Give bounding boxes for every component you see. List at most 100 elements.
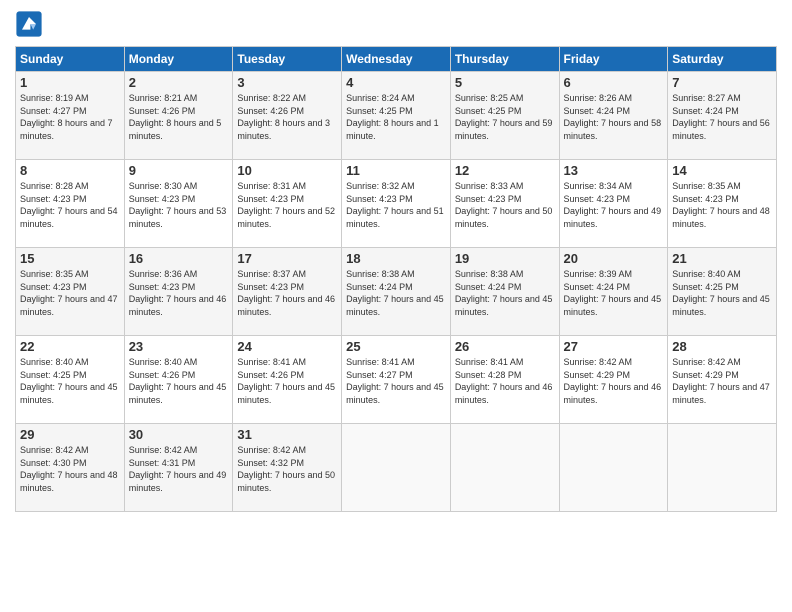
day-number: 17 bbox=[237, 251, 337, 266]
weekday-header: Tuesday bbox=[233, 47, 342, 72]
day-info: Sunrise: 8:37 AMSunset: 4:23 PMDaylight:… bbox=[237, 269, 335, 317]
day-info: Sunrise: 8:35 AMSunset: 4:23 PMDaylight:… bbox=[20, 269, 118, 317]
day-number: 29 bbox=[20, 427, 120, 442]
weekday-header: Sunday bbox=[16, 47, 125, 72]
day-info: Sunrise: 8:36 AMSunset: 4:23 PMDaylight:… bbox=[129, 269, 227, 317]
day-number: 11 bbox=[346, 163, 446, 178]
calendar-cell: 26 Sunrise: 8:41 AMSunset: 4:28 PMDaylig… bbox=[450, 336, 559, 424]
calendar-cell: 19 Sunrise: 8:38 AMSunset: 4:24 PMDaylig… bbox=[450, 248, 559, 336]
day-info: Sunrise: 8:25 AMSunset: 4:25 PMDaylight:… bbox=[455, 93, 553, 141]
calendar-table: SundayMondayTuesdayWednesdayThursdayFrid… bbox=[15, 46, 777, 512]
calendar-cell: 14 Sunrise: 8:35 AMSunset: 4:23 PMDaylig… bbox=[668, 160, 777, 248]
day-info: Sunrise: 8:24 AMSunset: 4:25 PMDaylight:… bbox=[346, 93, 439, 141]
day-number: 22 bbox=[20, 339, 120, 354]
calendar-cell: 16 Sunrise: 8:36 AMSunset: 4:23 PMDaylig… bbox=[124, 248, 233, 336]
calendar-week-row: 8 Sunrise: 8:28 AMSunset: 4:23 PMDayligh… bbox=[16, 160, 777, 248]
day-info: Sunrise: 8:42 AMSunset: 4:31 PMDaylight:… bbox=[129, 445, 227, 493]
day-info: Sunrise: 8:40 AMSunset: 4:26 PMDaylight:… bbox=[129, 357, 227, 405]
calendar-cell: 17 Sunrise: 8:37 AMSunset: 4:23 PMDaylig… bbox=[233, 248, 342, 336]
day-info: Sunrise: 8:30 AMSunset: 4:23 PMDaylight:… bbox=[129, 181, 227, 229]
weekday-header: Saturday bbox=[668, 47, 777, 72]
day-number: 23 bbox=[129, 339, 229, 354]
day-info: Sunrise: 8:42 AMSunset: 4:32 PMDaylight:… bbox=[237, 445, 335, 493]
calendar-cell: 6 Sunrise: 8:26 AMSunset: 4:24 PMDayligh… bbox=[559, 72, 668, 160]
day-info: Sunrise: 8:40 AMSunset: 4:25 PMDaylight:… bbox=[20, 357, 118, 405]
day-number: 19 bbox=[455, 251, 555, 266]
header bbox=[15, 10, 777, 38]
day-info: Sunrise: 8:21 AMSunset: 4:26 PMDaylight:… bbox=[129, 93, 222, 141]
calendar-cell: 29 Sunrise: 8:42 AMSunset: 4:30 PMDaylig… bbox=[16, 424, 125, 512]
day-info: Sunrise: 8:42 AMSunset: 4:30 PMDaylight:… bbox=[20, 445, 118, 493]
day-number: 27 bbox=[564, 339, 664, 354]
weekday-header: Friday bbox=[559, 47, 668, 72]
day-number: 3 bbox=[237, 75, 337, 90]
day-info: Sunrise: 8:42 AMSunset: 4:29 PMDaylight:… bbox=[564, 357, 662, 405]
calendar-cell: 1 Sunrise: 8:19 AMSunset: 4:27 PMDayligh… bbox=[16, 72, 125, 160]
day-number: 10 bbox=[237, 163, 337, 178]
calendar-header-row: SundayMondayTuesdayWednesdayThursdayFrid… bbox=[16, 47, 777, 72]
day-number: 30 bbox=[129, 427, 229, 442]
day-info: Sunrise: 8:32 AMSunset: 4:23 PMDaylight:… bbox=[346, 181, 444, 229]
day-info: Sunrise: 8:41 AMSunset: 4:26 PMDaylight:… bbox=[237, 357, 335, 405]
calendar-cell: 23 Sunrise: 8:40 AMSunset: 4:26 PMDaylig… bbox=[124, 336, 233, 424]
day-info: Sunrise: 8:39 AMSunset: 4:24 PMDaylight:… bbox=[564, 269, 662, 317]
calendar-cell: 9 Sunrise: 8:30 AMSunset: 4:23 PMDayligh… bbox=[124, 160, 233, 248]
page: SundayMondayTuesdayWednesdayThursdayFrid… bbox=[0, 0, 792, 612]
weekday-header: Monday bbox=[124, 47, 233, 72]
calendar-cell: 30 Sunrise: 8:42 AMSunset: 4:31 PMDaylig… bbox=[124, 424, 233, 512]
day-info: Sunrise: 8:42 AMSunset: 4:29 PMDaylight:… bbox=[672, 357, 770, 405]
calendar-cell bbox=[559, 424, 668, 512]
calendar-cell: 10 Sunrise: 8:31 AMSunset: 4:23 PMDaylig… bbox=[233, 160, 342, 248]
day-number: 20 bbox=[564, 251, 664, 266]
calendar-cell: 27 Sunrise: 8:42 AMSunset: 4:29 PMDaylig… bbox=[559, 336, 668, 424]
day-number: 1 bbox=[20, 75, 120, 90]
day-number: 8 bbox=[20, 163, 120, 178]
calendar-cell: 28 Sunrise: 8:42 AMSunset: 4:29 PMDaylig… bbox=[668, 336, 777, 424]
calendar-cell: 2 Sunrise: 8:21 AMSunset: 4:26 PMDayligh… bbox=[124, 72, 233, 160]
day-number: 13 bbox=[564, 163, 664, 178]
calendar-cell bbox=[342, 424, 451, 512]
calendar-cell: 18 Sunrise: 8:38 AMSunset: 4:24 PMDaylig… bbox=[342, 248, 451, 336]
day-info: Sunrise: 8:34 AMSunset: 4:23 PMDaylight:… bbox=[564, 181, 662, 229]
day-info: Sunrise: 8:40 AMSunset: 4:25 PMDaylight:… bbox=[672, 269, 770, 317]
calendar-cell: 7 Sunrise: 8:27 AMSunset: 4:24 PMDayligh… bbox=[668, 72, 777, 160]
day-info: Sunrise: 8:19 AMSunset: 4:27 PMDaylight:… bbox=[20, 93, 113, 141]
day-info: Sunrise: 8:33 AMSunset: 4:23 PMDaylight:… bbox=[455, 181, 553, 229]
calendar-cell: 22 Sunrise: 8:40 AMSunset: 4:25 PMDaylig… bbox=[16, 336, 125, 424]
weekday-header: Thursday bbox=[450, 47, 559, 72]
calendar-cell: 31 Sunrise: 8:42 AMSunset: 4:32 PMDaylig… bbox=[233, 424, 342, 512]
day-info: Sunrise: 8:35 AMSunset: 4:23 PMDaylight:… bbox=[672, 181, 770, 229]
day-number: 15 bbox=[20, 251, 120, 266]
day-number: 31 bbox=[237, 427, 337, 442]
day-number: 25 bbox=[346, 339, 446, 354]
day-info: Sunrise: 8:26 AMSunset: 4:24 PMDaylight:… bbox=[564, 93, 662, 141]
calendar-cell: 11 Sunrise: 8:32 AMSunset: 4:23 PMDaylig… bbox=[342, 160, 451, 248]
day-number: 7 bbox=[672, 75, 772, 90]
logo bbox=[15, 10, 47, 38]
day-info: Sunrise: 8:41 AMSunset: 4:28 PMDaylight:… bbox=[455, 357, 553, 405]
day-number: 28 bbox=[672, 339, 772, 354]
calendar-cell: 8 Sunrise: 8:28 AMSunset: 4:23 PMDayligh… bbox=[16, 160, 125, 248]
day-number: 24 bbox=[237, 339, 337, 354]
day-number: 2 bbox=[129, 75, 229, 90]
calendar-cell: 4 Sunrise: 8:24 AMSunset: 4:25 PMDayligh… bbox=[342, 72, 451, 160]
calendar-cell: 25 Sunrise: 8:41 AMSunset: 4:27 PMDaylig… bbox=[342, 336, 451, 424]
logo-icon bbox=[15, 10, 43, 38]
day-info: Sunrise: 8:28 AMSunset: 4:23 PMDaylight:… bbox=[20, 181, 118, 229]
calendar-cell: 24 Sunrise: 8:41 AMSunset: 4:26 PMDaylig… bbox=[233, 336, 342, 424]
day-info: Sunrise: 8:27 AMSunset: 4:24 PMDaylight:… bbox=[672, 93, 770, 141]
calendar-week-row: 29 Sunrise: 8:42 AMSunset: 4:30 PMDaylig… bbox=[16, 424, 777, 512]
calendar-week-row: 22 Sunrise: 8:40 AMSunset: 4:25 PMDaylig… bbox=[16, 336, 777, 424]
calendar-cell: 5 Sunrise: 8:25 AMSunset: 4:25 PMDayligh… bbox=[450, 72, 559, 160]
day-number: 12 bbox=[455, 163, 555, 178]
day-info: Sunrise: 8:22 AMSunset: 4:26 PMDaylight:… bbox=[237, 93, 330, 141]
day-number: 18 bbox=[346, 251, 446, 266]
calendar-cell: 13 Sunrise: 8:34 AMSunset: 4:23 PMDaylig… bbox=[559, 160, 668, 248]
calendar-cell bbox=[450, 424, 559, 512]
calendar-cell: 12 Sunrise: 8:33 AMSunset: 4:23 PMDaylig… bbox=[450, 160, 559, 248]
calendar-cell: 15 Sunrise: 8:35 AMSunset: 4:23 PMDaylig… bbox=[16, 248, 125, 336]
calendar-cell: 21 Sunrise: 8:40 AMSunset: 4:25 PMDaylig… bbox=[668, 248, 777, 336]
day-number: 6 bbox=[564, 75, 664, 90]
day-number: 4 bbox=[346, 75, 446, 90]
day-info: Sunrise: 8:41 AMSunset: 4:27 PMDaylight:… bbox=[346, 357, 444, 405]
